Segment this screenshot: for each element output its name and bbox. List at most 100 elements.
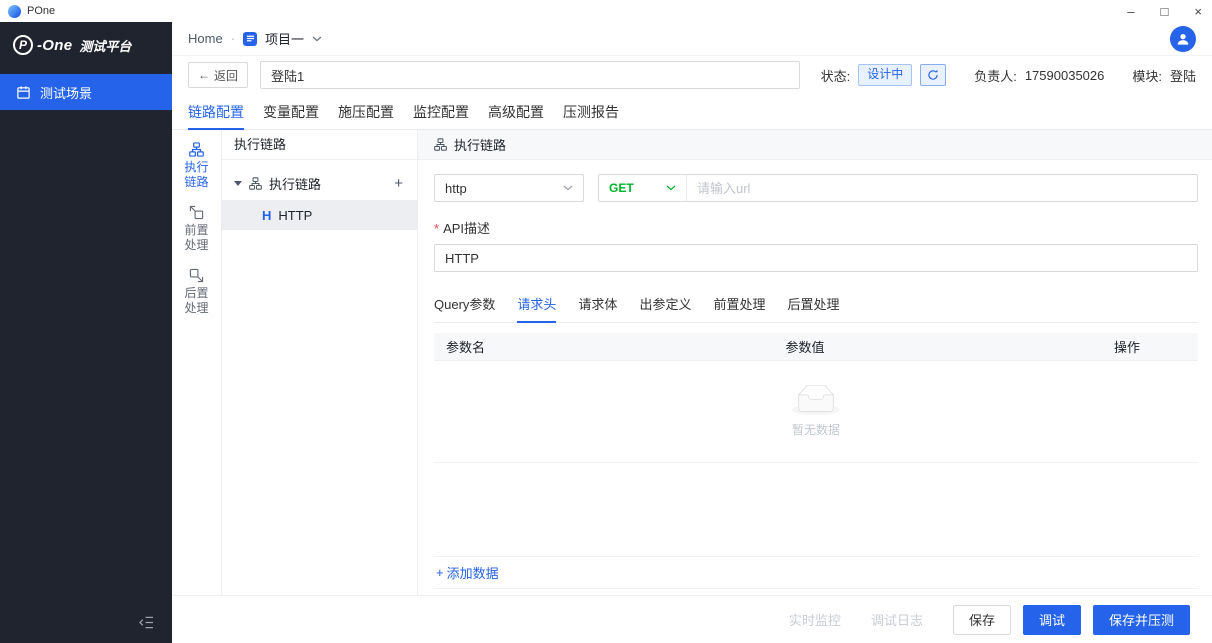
subtab-output-params[interactable]: 出参定义 <box>639 286 691 322</box>
rail-item-execute-chain[interactable]: 执行链路 <box>184 142 210 190</box>
rail-item-label: 前置处理 <box>184 223 209 252</box>
tree-panel-title: 执行链路 <box>222 130 417 160</box>
collapse-sidebar-icon[interactable] <box>139 616 154 629</box>
tab-link-config[interactable]: 链路配置 <box>188 94 244 130</box>
app-logo: P -One 测试平台 <box>0 22 172 68</box>
scene-name-input[interactable] <box>260 61 801 89</box>
sidebar-item-test-scene[interactable]: 测试场景 <box>0 74 172 110</box>
realtime-monitor-link[interactable]: 实时监控 <box>789 610 841 629</box>
api-desc-label: * API描述 <box>434 221 491 236</box>
request-subtabs: Query参数 请求头 请求体 出参定义 前置处理 后置处理 <box>434 286 1198 323</box>
api-desc-input[interactable] <box>434 244 1198 272</box>
url-input[interactable] <box>687 175 1197 201</box>
back-arrow-icon: ← <box>198 68 210 82</box>
back-button[interactable]: ← 返回 <box>188 62 249 88</box>
window-title: POne <box>27 5 56 17</box>
rail-item-post-processing[interactable]: 后置处理 <box>184 268 210 316</box>
rail-item-label: 执行链路 <box>184 160 209 189</box>
empty-state-text: 暂无数据 <box>791 423 840 437</box>
add-data-label: 添加数据 <box>446 566 499 581</box>
params-table: 参数名 参数值 操作 暂无数据 + 添加数据 <box>434 333 1198 589</box>
protocol-select[interactable]: http <box>434 174 584 202</box>
action-bar: 实时监控 调试日志 保存 调试 保存并压测 <box>172 595 1212 643</box>
column-header-param-name: 参数名 <box>446 340 486 355</box>
app-window: POne – □ × P -One 测试平台 测试场景 Home · 项目一 ←… <box>0 0 1212 643</box>
debug-log-link[interactable]: 调试日志 <box>871 610 923 629</box>
tree-node-label: 执行链路 <box>269 176 322 192</box>
node-editor-panel: 执行链路 http GET 请输入url * API描述 HTTP Query参… <box>418 130 1212 595</box>
title-bar: POne – □ × <box>0 0 1212 22</box>
method-select[interactable]: GET <box>599 175 687 201</box>
required-mark: * <box>434 221 440 236</box>
chevron-down-icon <box>666 185 676 191</box>
empty-state: 暂无数据 <box>434 361 1198 463</box>
method-value: GET <box>609 181 634 195</box>
subtab-request-headers[interactable]: 请求头 <box>517 286 557 323</box>
debug-button[interactable]: 调试 <box>1022 604 1081 635</box>
empty-box-icon <box>792 385 840 416</box>
logo-name: -One <box>37 36 73 54</box>
step-rail: 执行链路 前置处理 后置处理 <box>172 130 222 595</box>
owner-label: 负责人: <box>974 68 1017 84</box>
panel-title: 执行链路 <box>454 138 507 153</box>
add-node-button[interactable]: + <box>392 175 405 192</box>
tab-variable-config[interactable]: 变量配置 <box>263 94 319 129</box>
status-badge: 设计中 <box>858 64 913 86</box>
logo-badge: P <box>13 35 33 55</box>
add-data-button[interactable]: + 添加数据 <box>434 557 1198 589</box>
sitemap-icon <box>249 176 262 190</box>
subtab-request-body[interactable]: 请求体 <box>578 286 617 322</box>
save-and-test-button[interactable]: 保存并压测 <box>1092 604 1190 635</box>
app-icon <box>8 4 21 18</box>
post-process-icon <box>189 268 204 283</box>
maximize-button[interactable]: □ <box>1161 5 1169 18</box>
module-value: 登陆 <box>1169 68 1196 84</box>
caret-down-icon[interactable] <box>234 180 242 186</box>
subtab-pre-processing[interactable]: 前置处理 <box>713 286 765 322</box>
owner-value: 17590035026 <box>1024 67 1105 83</box>
logo-suffix: 测试平台 <box>79 38 132 54</box>
minimize-button[interactable]: – <box>1127 5 1134 18</box>
table-footer-area <box>434 463 1198 557</box>
close-button[interactable]: × <box>1194 5 1202 18</box>
config-tabs: 链路配置 变量配置 施压配置 监控配置 高级配置 压测报告 <box>172 94 1212 130</box>
table-header-row: 参数名 参数值 操作 <box>434 333 1198 361</box>
chevron-down-icon <box>312 36 322 42</box>
refresh-icon <box>928 69 938 80</box>
scene-toolbar: ← 返回 状态: 设计中 负责人: 17590035026 模块: <box>172 56 1212 94</box>
column-header-operation: 操作 <box>1113 340 1140 355</box>
panel-header: 执行链路 <box>418 130 1212 160</box>
project-icon <box>243 31 258 46</box>
tab-test-report[interactable]: 压测报告 <box>563 94 619 129</box>
sidebar-item-label: 测试场景 <box>40 85 93 101</box>
pre-process-icon <box>189 205 204 220</box>
tree-node-root[interactable]: 执行链路 + <box>222 168 417 198</box>
user-avatar[interactable] <box>1170 25 1196 52</box>
calendar-icon <box>16 85 31 100</box>
column-header-param-value: 参数值 <box>785 340 825 355</box>
subtab-query-params[interactable]: Query参数 <box>434 286 495 322</box>
chain-tree-panel: 执行链路 执行链路 + H HTTP <box>222 130 418 595</box>
rail-item-label: 后置处理 <box>184 286 209 315</box>
http-icon: H <box>262 207 272 223</box>
project-select[interactable]: 项目一 <box>265 29 304 48</box>
sidebar: P -One 测试平台 测试场景 <box>0 22 172 643</box>
back-button-label: 返回 <box>214 68 239 83</box>
chevron-down-icon <box>563 185 573 191</box>
breadcrumb-home[interactable]: Home <box>188 31 223 46</box>
status-label: 状态: <box>820 68 851 84</box>
breadcrumb-bar: Home · 项目一 <box>172 22 1212 56</box>
tab-pressure-config[interactable]: 施压配置 <box>338 94 394 129</box>
tab-monitor-config[interactable]: 监控配置 <box>413 94 469 129</box>
refresh-status-button[interactable] <box>920 64 947 86</box>
tab-advanced-config[interactable]: 高级配置 <box>488 94 544 129</box>
sitemap-icon <box>189 142 204 157</box>
tree-node-http[interactable]: H HTTP <box>222 200 417 230</box>
rail-item-pre-processing[interactable]: 前置处理 <box>184 205 210 253</box>
sitemap-icon <box>434 138 447 151</box>
plus-icon: + <box>436 565 444 580</box>
subtab-post-processing[interactable]: 后置处理 <box>787 286 839 322</box>
module-label: 模块: <box>1132 68 1162 84</box>
tree-node-label: HTTP <box>278 207 313 223</box>
save-button[interactable]: 保存 <box>952 604 1011 635</box>
